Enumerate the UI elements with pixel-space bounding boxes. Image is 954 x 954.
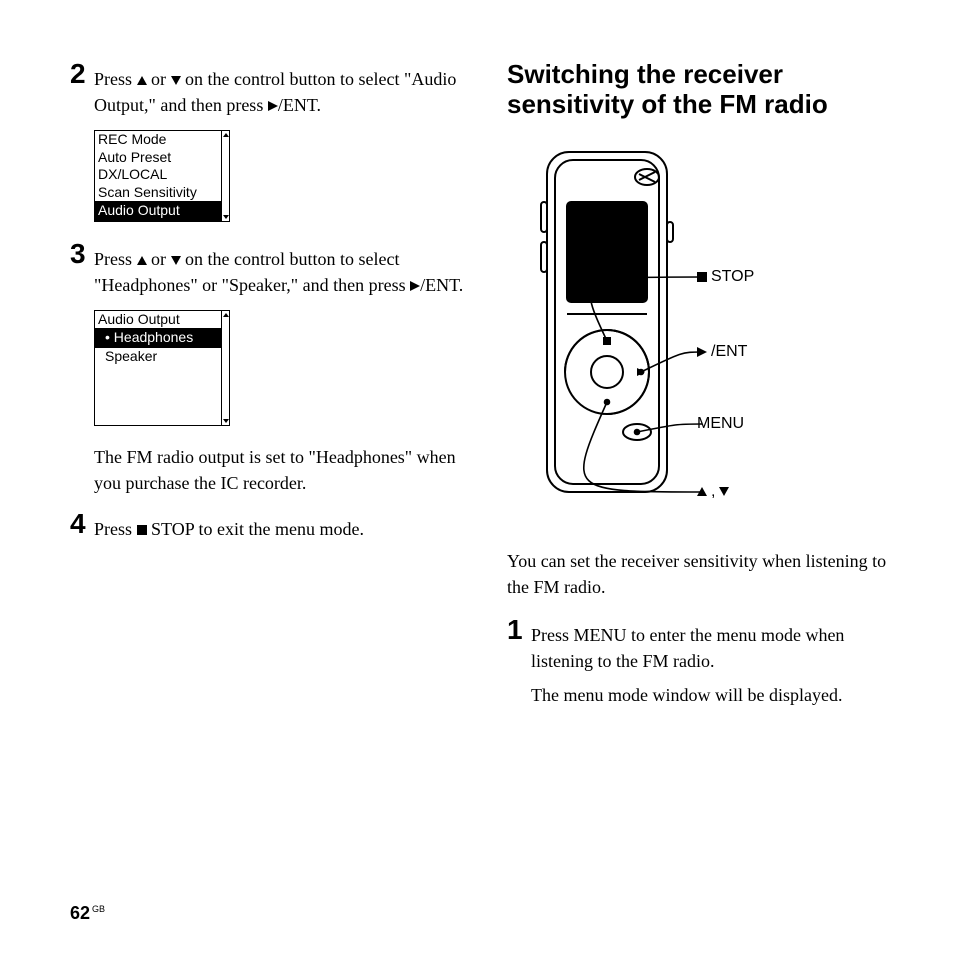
section-title: Switching the receiver sensitivity of th…	[507, 60, 904, 120]
intro-text: You can set the receiver sensitivity whe…	[507, 548, 904, 600]
step-4: 4 Press STOP to exit the menu mode.	[70, 510, 467, 542]
menu-item: Scan Sensitivity	[95, 184, 221, 202]
play-icon	[697, 347, 707, 357]
menu-item: DX/LOCAL	[95, 166, 221, 184]
up-arrow-icon	[137, 256, 147, 265]
step-text: Press MENU to enter the menu mode when l…	[531, 616, 904, 674]
menu-item-selected: Headphones	[95, 328, 221, 348]
step-2: 2 Press or on the control button to sele…	[70, 60, 467, 118]
scrollbar	[221, 131, 229, 221]
scrollbar	[221, 311, 229, 425]
menu-screenshot-1: REC Mode Auto Preset DX/LOCAL Scan Sensi…	[94, 130, 230, 222]
page-number: 62GB	[70, 903, 105, 924]
step-1: 1 Press MENU to enter the menu mode when…	[507, 616, 904, 674]
step-number: 1	[507, 616, 525, 644]
up-arrow-icon	[697, 487, 707, 496]
callout-arrows: ,	[697, 483, 729, 501]
menu-title: Audio Output	[95, 311, 221, 329]
menu-item: Speaker	[95, 348, 221, 366]
scroll-up-icon	[223, 133, 229, 137]
down-arrow-icon	[171, 76, 181, 85]
device-illustration: STOP /ENT MENU ,	[507, 142, 904, 522]
menu-item: REC Mode	[95, 131, 221, 149]
step-text: Press or on the control button to select…	[94, 240, 467, 298]
step-number: 3	[70, 240, 88, 268]
note-text: The FM radio output is set to "Headphone…	[94, 444, 467, 496]
stop-icon	[137, 525, 147, 535]
step-number: 4	[70, 510, 88, 538]
menu-item: Auto Preset	[95, 149, 221, 167]
step-text: Press or on the control button to select…	[94, 60, 467, 118]
play-icon	[268, 101, 278, 111]
menu-screenshot-2: Audio Output Headphones Speaker	[94, 310, 230, 426]
callout-menu: MENU	[697, 415, 744, 433]
down-arrow-icon	[719, 487, 729, 496]
recorder-diagram-icon	[517, 142, 717, 522]
right-column: Switching the receiver sensitivity of th…	[507, 60, 904, 722]
callout-ent: /ENT	[697, 343, 747, 361]
scroll-down-icon	[223, 215, 229, 219]
menu-item-selected: Audio Output	[95, 201, 221, 221]
scroll-down-icon	[223, 419, 229, 423]
callout-stop: STOP	[697, 268, 754, 286]
up-arrow-icon	[137, 76, 147, 85]
step-text: Press STOP to exit the menu mode.	[94, 510, 364, 542]
step-3: 3 Press or on the control button to sele…	[70, 240, 467, 298]
stop-icon	[697, 272, 707, 282]
down-arrow-icon	[171, 256, 181, 265]
step-number: 2	[70, 60, 88, 88]
play-icon	[410, 281, 420, 291]
left-column: 2 Press or on the control button to sele…	[70, 60, 467, 722]
scroll-up-icon	[223, 313, 229, 317]
step-aftertext: The menu mode window will be displayed.	[531, 682, 904, 708]
